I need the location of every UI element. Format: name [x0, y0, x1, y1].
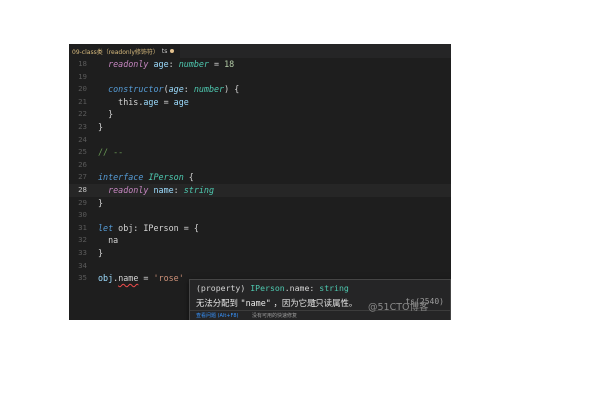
code-editor: 09-class类（readonly修饰符） ts 18 readonly ag…	[69, 44, 451, 320]
line-number: 22	[78, 109, 87, 119]
code-line[interactable]: 19	[69, 71, 451, 84]
line-number: 21	[78, 96, 87, 106]
line-number: 29	[78, 197, 87, 207]
line-number: 31	[78, 222, 87, 232]
code-line[interactable]: 24	[69, 134, 451, 147]
code-line[interactable]: 25 // --	[69, 146, 451, 159]
line-number: 28	[78, 185, 87, 194]
hover-signature: (property) IPerson.name: string	[196, 283, 349, 293]
hover-kind: (property)	[196, 283, 246, 293]
code-line[interactable]: 34	[69, 260, 451, 273]
msg-name: "name"	[240, 298, 271, 308]
line-number: 27	[78, 172, 87, 182]
code-line[interactable]: 31 let obj: IPerson = {	[69, 222, 451, 235]
line-number: 33	[78, 248, 87, 257]
tab-bar: 09-class类（readonly修饰符） ts	[69, 44, 451, 58]
line-text: na	[98, 235, 119, 246]
hover-type: string	[319, 283, 349, 293]
line-text: readonly name: string	[108, 185, 215, 195]
code-line[interactable]: 32 na	[69, 234, 451, 247]
code-line[interactable]: 26	[69, 159, 451, 172]
line-number: 20	[78, 84, 87, 94]
mouse-ibeam-icon: I	[311, 300, 317, 310]
unsaved-dot-icon	[170, 49, 175, 53]
hover-owner: IPerson	[250, 283, 285, 293]
msg-pre: 无法分配到	[196, 298, 241, 308]
line-number: 32	[78, 235, 87, 245]
line-number: 24	[78, 134, 87, 144]
code-line[interactable]: 29}	[69, 197, 451, 210]
no-quick-fix-label: 没有可用的快速修复	[252, 313, 298, 319]
line-text: readonly age: number = 18	[108, 59, 235, 69]
line-text: obj.name = 'rose'	[98, 273, 184, 284]
line-text: }	[98, 197, 104, 208]
hover-prop: .name	[284, 283, 310, 293]
line-text: this.age = age	[98, 96, 189, 107]
code-line[interactable]: 20 constructor(age: number) {	[69, 83, 451, 96]
watermark: @51CTO博客	[368, 302, 429, 313]
code-line[interactable]: 33}	[69, 247, 451, 260]
code-line[interactable]: 30	[69, 209, 451, 222]
code-line[interactable]: 28 readonly name: string	[69, 184, 451, 197]
editor-tab[interactable]: 09-class类（readonly修饰符） ts	[69, 44, 181, 58]
line-text: }	[98, 248, 104, 258]
tab-title: 09-class类（readonly修饰符）	[72, 48, 159, 56]
line-text: // --	[98, 147, 124, 158]
line-number: 19	[78, 71, 87, 81]
line-number: 34	[78, 260, 87, 270]
line-number: 23	[78, 122, 87, 131]
line-number: 30	[78, 210, 87, 220]
line-number: 35	[78, 273, 87, 283]
line-text: let obj: IPerson = {	[98, 222, 199, 233]
line-number: 26	[78, 159, 87, 169]
line-text: constructor(age: number) {	[108, 84, 240, 95]
peek-problem-link[interactable]: 查看问题 (Alt+F8)	[196, 311, 239, 320]
line-text: }	[98, 122, 104, 132]
code-line[interactable]: 23}	[69, 121, 451, 134]
line-text: interface IPerson {	[98, 172, 194, 183]
code-line[interactable]: 18 readonly age: number = 18	[69, 58, 451, 71]
code-line[interactable]: 27 interface IPerson {	[69, 171, 451, 184]
line-number: 25	[78, 147, 87, 157]
line-number: 18	[78, 59, 87, 68]
code-line[interactable]: 21 this.age = age	[69, 96, 451, 109]
tab-extension: ts	[161, 47, 168, 55]
line-text: }	[98, 109, 114, 120]
code-line[interactable]: 22 }	[69, 108, 451, 121]
